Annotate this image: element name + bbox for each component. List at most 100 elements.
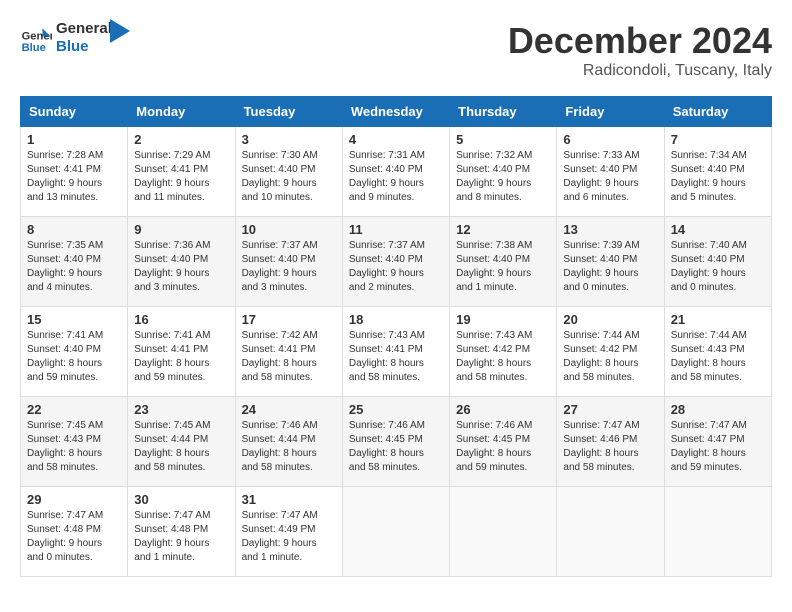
calendar-cell: 18Sunrise: 7:43 AMSunset: 4:41 PMDayligh… [342,307,449,397]
calendar-week-row: 22 Sunrise: 7:45 AMSunset: 4:43 PMDayligh… [21,397,772,487]
day-number: 10 [242,222,336,237]
day-number: 11 [349,222,443,237]
day-number: 6 [563,132,657,147]
weekday-header-thursday: Thursday [450,97,557,127]
day-info: Sunrise: 7:46 AMSunset: 4:45 PMDaylight:… [349,419,443,475]
calendar-week-row: 15 Sunrise: 7:41 AMSunset: 4:40 PMDayligh… [21,307,772,397]
day-number: 29 [27,492,121,507]
day-info: Sunrise: 7:37 AMSunset: 4:40 PMDaylight:… [242,239,336,295]
day-number: 5 [456,132,550,147]
day-number: 14 [671,222,765,237]
calendar-cell: 10 Sunrise: 7:37 AMSunset: 4:40 PMDayligh… [235,217,342,307]
day-info: Sunrise: 7:46 AMSunset: 4:45 PMDaylight:… [456,419,550,475]
calendar-header-row: SundayMondayTuesdayWednesdayThursdayFrid… [21,97,772,127]
day-info: Sunrise: 7:31 AMSunset: 4:40 PMDaylight:… [349,149,443,205]
day-number: 13 [563,222,657,237]
day-number: 2 [134,132,228,147]
calendar-cell [342,487,449,577]
calendar-cell: 29Sunrise: 7:47 AMSunset: 4:48 PMDayligh… [21,487,128,577]
calendar-week-row: 1 Sunrise: 7:28 AMSunset: 4:41 PMDaylight… [21,127,772,217]
weekday-header-saturday: Saturday [664,97,771,127]
day-info: Sunrise: 7:41 AMSunset: 4:40 PMDaylight:… [27,329,121,385]
calendar-cell: 17Sunrise: 7:42 AMSunset: 4:41 PMDayligh… [235,307,342,397]
day-number: 1 [27,132,121,147]
day-number: 27 [563,402,657,417]
month-title: December 2024 [508,20,772,62]
day-number: 28 [671,402,765,417]
calendar-cell: 24 Sunrise: 7:46 AMSunset: 4:44 PMDayligh… [235,397,342,487]
calendar-cell: 5Sunrise: 7:32 AMSunset: 4:40 PMDaylight… [450,127,557,217]
day-number: 7 [671,132,765,147]
weekday-header-monday: Monday [128,97,235,127]
calendar-cell: 6 Sunrise: 7:33 AMSunset: 4:40 PMDaylight… [557,127,664,217]
day-info: Sunrise: 7:39 AMSunset: 4:40 PMDaylight:… [563,239,657,295]
day-info: Sunrise: 7:33 AMSunset: 4:40 PMDaylight:… [563,149,657,205]
day-info: Sunrise: 7:36 AMSunset: 4:40 PMDaylight:… [134,239,228,295]
calendar-table: SundayMondayTuesdayWednesdayThursdayFrid… [20,96,772,577]
location-title: Radicondoli, Tuscany, Italy [508,62,772,80]
calendar-cell: 1 Sunrise: 7:28 AMSunset: 4:41 PMDaylight… [21,127,128,217]
calendar-cell: 19 Sunrise: 7:43 AMSunset: 4:42 PMDayligh… [450,307,557,397]
day-number: 9 [134,222,228,237]
logo-subtext: Blue [56,38,112,56]
day-info: Sunrise: 7:43 AMSunset: 4:42 PMDaylight:… [456,329,550,385]
calendar-cell: 27 Sunrise: 7:47 AMSunset: 4:46 PMDayligh… [557,397,664,487]
day-number: 17 [242,312,336,327]
day-number: 31 [242,492,336,507]
calendar-cell: 8Sunrise: 7:35 AMSunset: 4:40 PMDaylight… [21,217,128,307]
day-info: Sunrise: 7:44 AMSunset: 4:42 PMDaylight:… [563,329,657,385]
weekday-header-sunday: Sunday [21,97,128,127]
calendar-week-row: 29 Sunrise: 7:47 AMSunset: 4:48 PMDayligh… [21,487,772,577]
day-info: Sunrise: 7:45 AMSunset: 4:44 PMDaylight:… [134,419,228,475]
weekday-header-tuesday: Tuesday [235,97,342,127]
calendar-cell [664,487,771,577]
day-number: 24 [242,402,336,417]
day-info: Sunrise: 7:38 AMSunset: 4:40 PMDaylight:… [456,239,550,295]
day-number: 8 [27,222,121,237]
day-number: 16 [134,312,228,327]
day-number: 30 [134,492,228,507]
svg-text:Blue: Blue [22,42,46,54]
day-info: Sunrise: 7:30 AMSunset: 4:40 PMDaylight:… [242,149,336,205]
day-number: 19 [456,312,550,327]
calendar-cell: 22 Sunrise: 7:45 AMSunset: 4:43 PMDayligh… [21,397,128,487]
calendar-cell: 12 Sunrise: 7:38 AMSunset: 4:40 PMDayligh… [450,217,557,307]
day-number: 15 [27,312,121,327]
calendar-cell: 21Sunrise: 7:44 AMSunset: 4:43 PMDayligh… [664,307,771,397]
svg-text:General: General [22,31,52,43]
weekday-header-friday: Friday [557,97,664,127]
calendar-cell: 28 Sunrise: 7:47 AMSunset: 4:47 PMDayligh… [664,397,771,487]
day-info: Sunrise: 7:47 AMSunset: 4:48 PMDaylight:… [134,509,228,565]
calendar-cell: 23 Sunrise: 7:45 AMSunset: 4:44 PMDayligh… [128,397,235,487]
day-info: Sunrise: 7:47 AMSunset: 4:46 PMDaylight:… [563,419,657,475]
day-number: 3 [242,132,336,147]
day-number: 25 [349,402,443,417]
logo-arrow-icon [110,19,130,49]
day-number: 23 [134,402,228,417]
weekday-header-wednesday: Wednesday [342,97,449,127]
day-info: Sunrise: 7:47 AMSunset: 4:47 PMDaylight:… [671,419,765,475]
calendar-cell: 31 Sunrise: 7:47 AMSunset: 4:49 PMDayligh… [235,487,342,577]
day-info: Sunrise: 7:28 AMSunset: 4:41 PMDaylight:… [27,149,121,205]
calendar-cell: 16 Sunrise: 7:41 AMSunset: 4:41 PMDayligh… [128,307,235,397]
day-number: 22 [27,402,121,417]
day-info: Sunrise: 7:46 AMSunset: 4:44 PMDaylight:… [242,419,336,475]
calendar-cell [450,487,557,577]
day-number: 20 [563,312,657,327]
logo: General Blue General Blue [20,20,130,56]
logo-text: General [56,20,112,38]
calendar-week-row: 8Sunrise: 7:35 AMSunset: 4:40 PMDaylight… [21,217,772,307]
calendar-cell: 30 Sunrise: 7:47 AMSunset: 4:48 PMDayligh… [128,487,235,577]
day-info: Sunrise: 7:34 AMSunset: 4:40 PMDaylight:… [671,149,765,205]
page-header: General Blue General Blue December 2024 … [20,20,772,80]
day-number: 21 [671,312,765,327]
day-info: Sunrise: 7:41 AMSunset: 4:41 PMDaylight:… [134,329,228,385]
calendar-cell: 15 Sunrise: 7:41 AMSunset: 4:40 PMDayligh… [21,307,128,397]
day-info: Sunrise: 7:43 AMSunset: 4:41 PMDaylight:… [349,329,443,385]
calendar-cell: 11Sunrise: 7:37 AMSunset: 4:40 PMDayligh… [342,217,449,307]
calendar-cell: 25 Sunrise: 7:46 AMSunset: 4:45 PMDayligh… [342,397,449,487]
title-block: December 2024 Radicondoli, Tuscany, Ital… [508,20,772,80]
day-info: Sunrise: 7:45 AMSunset: 4:43 PMDaylight:… [27,419,121,475]
day-info: Sunrise: 7:47 AMSunset: 4:49 PMDaylight:… [242,509,336,565]
day-number: 12 [456,222,550,237]
